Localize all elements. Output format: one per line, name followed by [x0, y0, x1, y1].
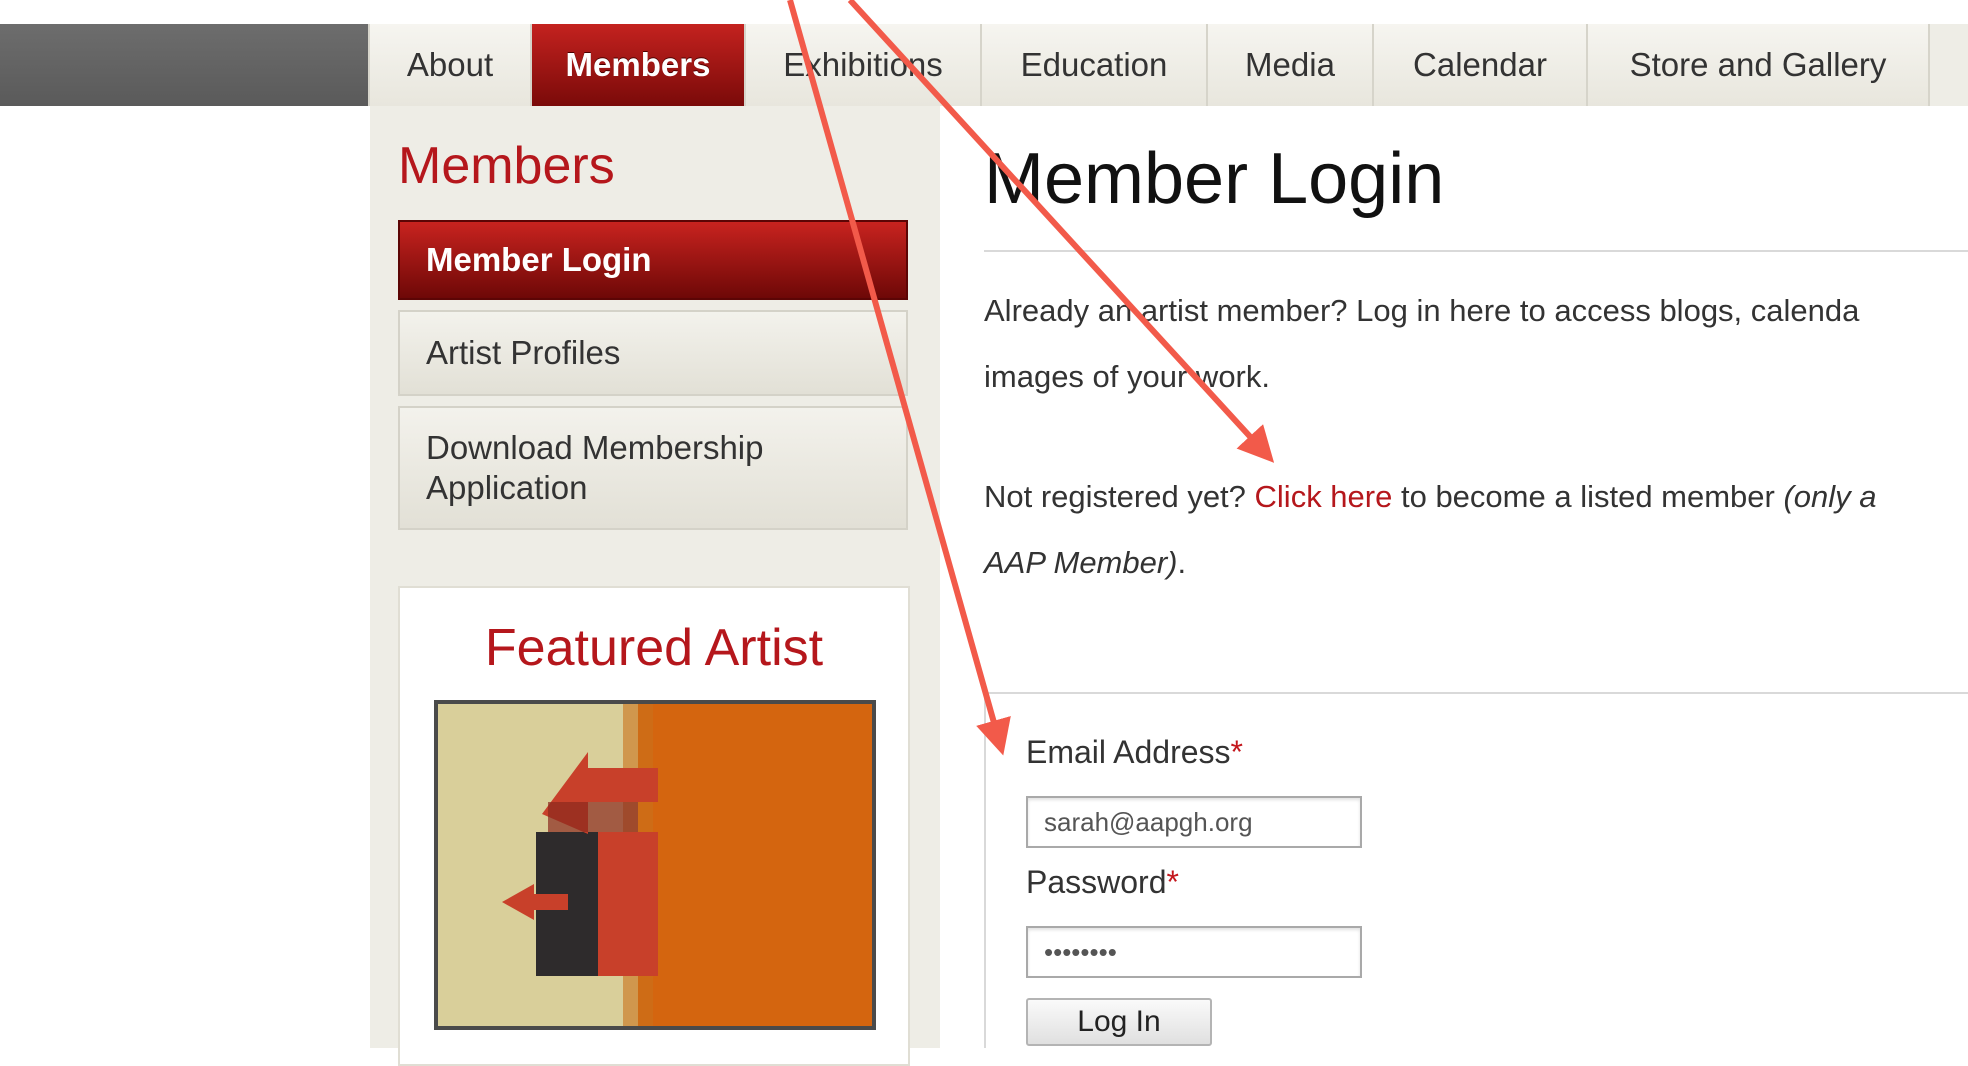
- register-prefix: Not registered yet?: [984, 479, 1255, 514]
- password-field[interactable]: [1026, 926, 1362, 978]
- password-label: Password*: [1026, 864, 1179, 901]
- sidebar-title: Members: [398, 137, 615, 195]
- intro-text-line1: Already an artist member? Log in here to…: [984, 293, 1860, 328]
- nav-tab-exhibitions[interactable]: Exhibitions: [746, 24, 982, 106]
- register-text-line2: AAP Member).: [984, 530, 1186, 596]
- nav-tab-store-and-gallery[interactable]: Store and Gallery: [1588, 24, 1930, 106]
- header-grey-strip: [0, 24, 368, 106]
- register-end: .: [1177, 545, 1187, 580]
- form-divider: [984, 692, 1968, 694]
- form-border: [984, 692, 986, 1048]
- sidebar: Members Member Login Artist Profiles Dow…: [370, 106, 940, 1066]
- sidebar-item-label-line2: Application: [426, 469, 588, 506]
- nav-tab-members[interactable]: Members: [532, 24, 746, 106]
- register-click-here-link[interactable]: Click here: [1255, 479, 1393, 514]
- password-label-text: Password: [1026, 864, 1167, 900]
- intro-text-line2: images of your work.: [984, 359, 1270, 394]
- featured-artist-title: Featured Artist: [484, 619, 824, 677]
- email-field[interactable]: [1026, 796, 1362, 848]
- sidebar-item-artist-profiles[interactable]: Artist Profiles: [398, 310, 908, 396]
- sidebar-item-label: Download Membership: [426, 429, 764, 466]
- nav-tab-education[interactable]: Education: [982, 24, 1208, 106]
- featured-artist-panel: Featured Artist: [398, 586, 910, 1066]
- register-note-line2: AAP Member): [984, 545, 1178, 580]
- register-suffix: to become a listed member: [1392, 479, 1784, 514]
- main-content: Member Login Already an artist member? L…: [984, 106, 1968, 1048]
- required-marker: *: [1230, 734, 1243, 770]
- nav-tab-about[interactable]: About: [370, 24, 532, 106]
- nav-tab-media[interactable]: Media: [1208, 24, 1374, 106]
- page-title: Member Login: [984, 139, 1445, 219]
- main-nav: About Members Exhibitions Education Medi…: [368, 24, 1968, 106]
- nav-tab-calendar[interactable]: Calendar: [1374, 24, 1588, 106]
- sidebar-item-download-membership-application[interactable]: Download Membership Application: [398, 406, 908, 530]
- register-note: (only a: [1783, 479, 1877, 514]
- sidebar-item-member-login[interactable]: Member Login: [398, 220, 908, 300]
- title-divider: [984, 250, 1968, 252]
- log-in-button[interactable]: Log In: [1026, 998, 1212, 1046]
- email-label-text: Email Address: [1026, 734, 1231, 770]
- required-marker: *: [1166, 864, 1179, 900]
- email-label: Email Address*: [1026, 734, 1243, 771]
- featured-artwork-image[interactable]: [434, 700, 876, 1030]
- register-text: Not registered yet? Click here to become…: [984, 464, 1877, 530]
- artwork-painting: [438, 704, 872, 1026]
